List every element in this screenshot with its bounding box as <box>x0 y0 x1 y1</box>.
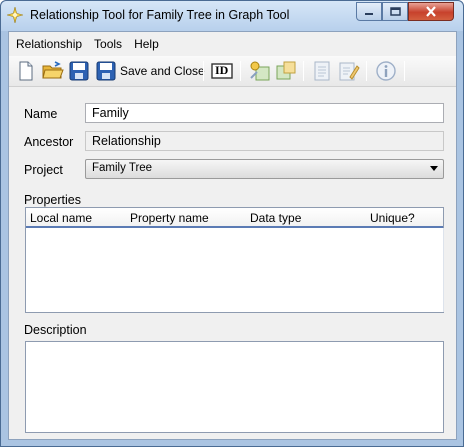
floppy-disk-icon <box>96 61 116 81</box>
edit-document-icon <box>339 62 360 81</box>
description-textarea[interactable] <box>25 341 444 433</box>
menu-relationship[interactable]: Relationship <box>16 37 82 51</box>
toolbar: Save and Close ID <box>9 56 456 87</box>
column-header-property-name[interactable]: Property name <box>130 211 209 225</box>
table-scroll-edge <box>443 228 444 312</box>
toolbar-separator <box>303 61 304 81</box>
project-label: Project <box>24 163 63 177</box>
column-header-unique[interactable]: Unique? <box>370 211 415 225</box>
id-button[interactable]: ID <box>211 60 233 82</box>
toolbar-separator <box>240 61 241 81</box>
close-icon <box>426 6 436 17</box>
save-and-close-label: Save and Close <box>120 64 205 78</box>
name-label: Name <box>24 107 58 121</box>
list-button[interactable] <box>312 60 332 82</box>
title-bar[interactable]: Relationship Tool for Family Tree in Gra… <box>1 1 463 31</box>
minimize-button[interactable] <box>356 2 382 21</box>
toolbar-separator <box>366 61 367 81</box>
chevron-down-icon[interactable] <box>430 166 438 171</box>
relationship-properties-button[interactable] <box>275 60 297 82</box>
column-header-data-type[interactable]: Data type <box>250 211 301 225</box>
id-label: ID <box>215 63 229 77</box>
save-button[interactable] <box>69 60 89 82</box>
project-dropdown-value: Family Tree <box>92 162 153 174</box>
info-icon <box>376 61 396 81</box>
properties-table[interactable]: Local name Property name Data type Uniqu… <box>25 207 444 313</box>
ancestor-label: Ancestor <box>24 135 74 149</box>
relationship-properties-icon <box>276 61 296 80</box>
name-field[interactable]: Family <box>85 103 444 123</box>
relationship-add-icon <box>250 61 270 81</box>
window-title: Relationship Tool for Family Tree in Gra… <box>30 8 290 22</box>
maximize-button[interactable] <box>382 2 408 21</box>
project-dropdown[interactable]: Family Tree <box>85 159 444 179</box>
open-folder-icon <box>42 61 64 79</box>
window-client-area: Relationship Tools Help Save and Close I… <box>8 31 457 440</box>
ancestor-field: Relationship <box>85 131 444 151</box>
close-button[interactable] <box>408 2 454 21</box>
list-document-icon <box>314 61 330 81</box>
edit-button[interactable] <box>338 60 360 82</box>
column-header-local-name[interactable]: Local name <box>30 211 92 225</box>
app-star-icon <box>7 7 23 23</box>
save-and-close-button[interactable]: Save and Close <box>96 60 205 82</box>
menu-tools[interactable]: Tools <box>94 37 122 51</box>
info-button[interactable] <box>375 60 397 82</box>
new-document-icon <box>19 61 33 81</box>
add-relationship-button[interactable] <box>249 60 271 82</box>
application-window: Relationship Tool for Family Tree in Gra… <box>0 0 464 447</box>
menu-bar: Relationship Tools Help <box>9 32 456 55</box>
new-button[interactable] <box>17 60 35 82</box>
open-button[interactable] <box>42 60 64 82</box>
menu-help[interactable]: Help <box>134 37 159 51</box>
toolbar-separator <box>203 61 204 81</box>
description-label: Description <box>24 323 87 337</box>
properties-table-header: Local name Property name Data type Uniqu… <box>26 208 443 228</box>
maximize-icon <box>389 7 401 16</box>
floppy-disk-icon <box>69 61 89 81</box>
minimize-icon <box>365 12 373 15</box>
toolbar-separator <box>404 61 405 81</box>
properties-label: Properties <box>24 193 81 207</box>
